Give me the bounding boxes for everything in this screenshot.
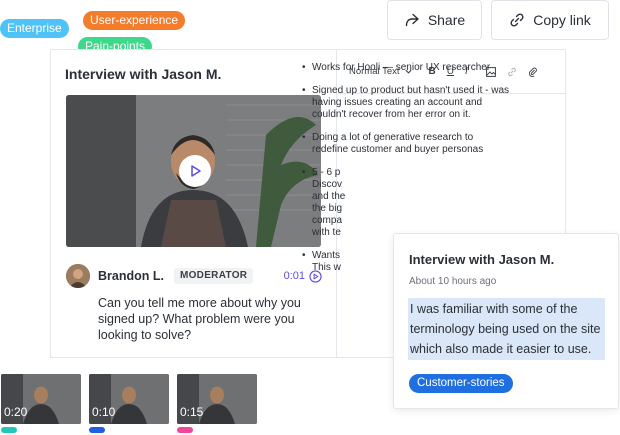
play-icon: [191, 165, 201, 177]
share-button[interactable]: Share: [387, 0, 482, 40]
share-icon: [405, 13, 419, 27]
highlight-time: About 10 hours ago: [409, 276, 497, 287]
avatar: [66, 264, 90, 288]
copy-link-label: Copy link: [533, 12, 591, 28]
note-item: Doing a lot of generative research to re…: [302, 132, 512, 156]
play-button[interactable]: [179, 155, 211, 187]
clip-color-marker: [89, 427, 105, 433]
clip-thumbnail-3[interactable]: 0:15: [177, 374, 257, 424]
clip-thumbnail-1[interactable]: 0:20: [1, 374, 81, 424]
note-line: This w: [312, 262, 341, 273]
link-icon: [510, 13, 524, 27]
speaker-row: Brandon L. MODERATOR 0:01: [66, 264, 322, 288]
note-item: Works for Hooli — senior UX researcher: [302, 62, 512, 74]
highlight-popup: Interview with Jason M. About 10 hours a…: [393, 233, 619, 409]
note-line: Wants: [312, 250, 340, 261]
clip-thumbnail-2[interactable]: 0:10: [89, 374, 169, 424]
tag-customer-stories[interactable]: Customer-stories: [409, 374, 513, 393]
tag-enterprise[interactable]: Enterprise: [0, 19, 69, 38]
clip-duration: 0:10: [92, 405, 116, 419]
note-line: with te: [312, 227, 341, 238]
clip-duration: 0:20: [4, 405, 28, 419]
note-line: 5 - 6 p: [312, 167, 341, 178]
clip-color-marker: [1, 427, 17, 433]
share-label: Share: [427, 12, 466, 28]
note-item: 5 - 6 p Discov and the the big compa wit…: [302, 167, 512, 239]
note-item: Signed up to product but hasn't used it …: [302, 85, 512, 121]
note-line: the big: [312, 203, 343, 214]
video-player[interactable]: [66, 95, 321, 247]
copy-link-button[interactable]: Copy link: [491, 0, 609, 40]
tag-user-experience[interactable]: User-experience: [83, 11, 186, 30]
role-badge: MODERATOR: [173, 268, 254, 284]
page: Enterprise User-experience Pain-points S…: [0, 0, 620, 435]
highlight-title: Interview with Jason M.: [409, 252, 555, 267]
interview-title: Interview with Jason M.: [65, 66, 222, 82]
clip-color-marker: [177, 427, 193, 433]
highlight-quote: I was familiar with some of the terminol…: [408, 298, 605, 360]
transcript-panel: Interview with Jason M. Brandon L. MODER…: [51, 50, 337, 357]
note-line: Discov: [312, 179, 343, 190]
note-line: compa: [312, 215, 343, 226]
transcript-question: Can you tell me more about why you signe…: [98, 296, 301, 342]
paperclip-icon: [528, 67, 537, 77]
note-line: and the: [312, 191, 346, 202]
speaker-name: Brandon L.: [98, 269, 164, 283]
clip-duration: 0:15: [180, 405, 204, 419]
attachment-button[interactable]: [528, 67, 538, 77]
